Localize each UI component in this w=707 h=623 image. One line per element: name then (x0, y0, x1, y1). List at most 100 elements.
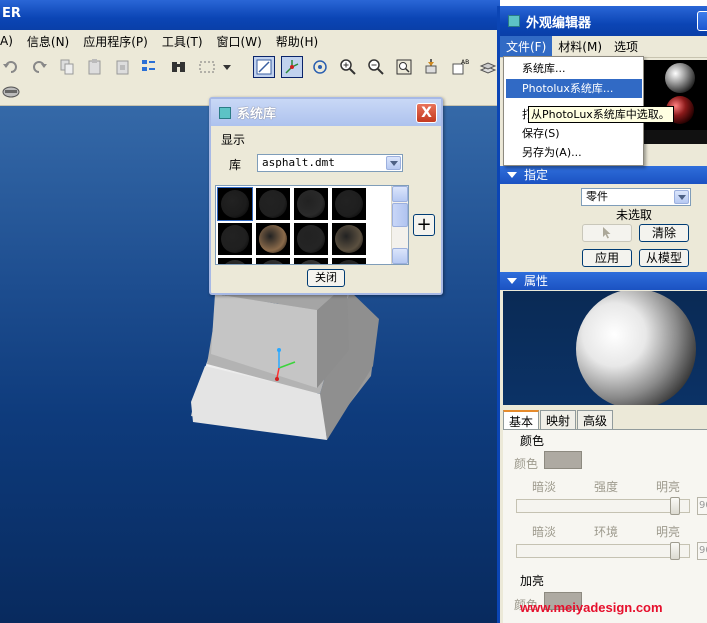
menu-item-window[interactable]: 窗口(W) (210, 33, 269, 50)
ambient-slider-thumb[interactable] (670, 542, 680, 560)
material-swatch[interactable] (332, 188, 366, 220)
menu-item-applications[interactable]: 应用程序(P) (76, 33, 155, 50)
swatch-sphere (259, 225, 287, 253)
minimize-icon[interactable] (697, 11, 707, 31)
swatch-sphere (259, 260, 287, 264)
assign-select-value: 零件 (586, 190, 608, 203)
orient-icon[interactable] (309, 56, 331, 78)
menu-item-info[interactable]: 信息(N) (20, 33, 76, 50)
zoom-out-icon[interactable] (365, 56, 387, 78)
annotation-icon[interactable]: AB (449, 56, 471, 78)
tab-advanced[interactable]: 高级 (577, 410, 614, 429)
appearance-preview (503, 291, 707, 405)
scroll-thumb[interactable] (392, 203, 408, 227)
swatch-scrollbar[interactable] (391, 186, 408, 264)
zoom-in-icon[interactable] (337, 56, 359, 78)
measure-icon[interactable] (0, 80, 22, 102)
intensity-value[interactable]: 90 (697, 497, 707, 515)
material-swatch[interactable] (332, 223, 366, 255)
paste-special-icon[interactable] (112, 56, 134, 78)
swatch-sphere (297, 190, 325, 218)
swatch-sphere (259, 190, 287, 218)
layer-icon[interactable] (477, 56, 499, 78)
close-button[interactable]: 关闭 (307, 269, 345, 287)
dropdown-arrow-icon[interactable] (220, 56, 234, 78)
menu-item-photolux-library[interactable]: Photolux系统库... (506, 79, 642, 98)
copy-icon[interactable] (56, 56, 78, 78)
ambient-value[interactable]: 90 (697, 542, 707, 560)
slider1-label-bright: 明亮 (656, 480, 681, 494)
view-repaint-icon[interactable] (253, 56, 275, 78)
add-material-button[interactable]: + (413, 214, 435, 236)
material-swatch[interactable] (256, 188, 290, 220)
properties-section-header[interactable]: 属性 (500, 272, 707, 290)
chevron-down-icon[interactable] (386, 156, 401, 170)
swatch-sphere (335, 260, 363, 264)
material-swatch[interactable] (218, 223, 252, 255)
menu-options[interactable]: 选项 (608, 36, 644, 57)
menu-item-partial[interactable]: A) (0, 34, 20, 48)
system-library-dialog: 系统库 X 显示 库 asphalt.dmt + 关闭 (209, 97, 443, 295)
appearance-palette[interactable] (640, 60, 707, 144)
swatch-sphere (335, 190, 363, 218)
find-icon[interactable] (168, 56, 190, 78)
palette-spheres (640, 63, 707, 144)
material-swatch[interactable] (218, 258, 252, 264)
ambient-slider[interactable] (516, 544, 690, 558)
regenerate-icon[interactable] (138, 56, 160, 78)
intensity-slider-thumb[interactable] (670, 497, 680, 515)
watermark: www.meiyadesign.com (520, 600, 663, 615)
app-title: ER (2, 6, 21, 21)
material-swatch[interactable] (294, 258, 328, 264)
menu-item-save[interactable]: 保存(S) (506, 124, 642, 143)
window-icon (219, 106, 231, 119)
intensity-slider[interactable] (516, 499, 690, 513)
undo-icon[interactable] (0, 56, 22, 78)
swatch-sphere (335, 225, 363, 253)
menu-material[interactable]: 材料(M) (552, 36, 608, 57)
apply-button[interactable]: 应用 (582, 249, 632, 267)
datum-plane-icon[interactable] (421, 56, 443, 78)
menu-file[interactable]: 文件(F) (500, 36, 553, 57)
refit-icon[interactable] (393, 56, 415, 78)
window-icon (508, 15, 520, 27)
slider2-label-dim: 暗淡 (532, 525, 557, 539)
menu-item-system-library[interactable]: 系统库... (506, 59, 642, 78)
color-group-label: 颜色 (520, 434, 545, 448)
menu-item-help[interactable]: 帮助(H) (269, 33, 325, 50)
tab-mapping[interactable]: 映射 (540, 410, 577, 429)
close-icon[interactable]: X (416, 103, 437, 123)
material-swatch[interactable] (256, 258, 290, 264)
material-swatch[interactable] (294, 188, 328, 220)
tab-basic[interactable]: 基本 (503, 410, 540, 429)
library-select-value: asphalt.dmt (262, 156, 335, 169)
svg-text:AB: AB (461, 59, 469, 66)
from-model-button[interactable]: 从模型 (639, 249, 689, 267)
material-swatch[interactable] (332, 258, 366, 264)
spin-center-icon[interactable] (281, 56, 303, 78)
material-swatch[interactable] (217, 187, 253, 221)
material-swatch[interactable] (294, 223, 328, 255)
assign-select[interactable]: 零件 (581, 188, 691, 206)
preview-sphere (576, 291, 696, 405)
highlight-group-label: 加亮 (520, 574, 545, 588)
select-box-icon[interactable] (196, 56, 218, 78)
menu-item-save-as[interactable]: 另存为(A)... (506, 143, 642, 162)
redo-icon[interactable] (28, 56, 50, 78)
select-arrow-button[interactable] (582, 224, 632, 242)
menu-item-tools[interactable]: 工具(T) (155, 33, 210, 50)
scroll-up-icon[interactable] (392, 186, 408, 202)
clear-button[interactable]: 清除 (639, 224, 689, 242)
slider2-label-ambient: 环境 (594, 525, 619, 539)
system-library-titlebar[interactable]: 系统库 (211, 99, 441, 126)
assign-section-header[interactable]: 指定 (500, 166, 707, 184)
appearance-editor-titlebar[interactable]: 外观编辑器 (500, 6, 707, 36)
paste-icon[interactable] (84, 56, 106, 78)
scroll-down-icon[interactable] (392, 248, 408, 264)
swatch-sphere (221, 225, 249, 253)
material-swatch[interactable] (256, 223, 290, 255)
swatch-sphere (221, 260, 249, 264)
color-swatch[interactable] (544, 451, 582, 469)
library-select[interactable]: asphalt.dmt (257, 154, 403, 172)
chevron-down-icon[interactable] (674, 190, 689, 204)
